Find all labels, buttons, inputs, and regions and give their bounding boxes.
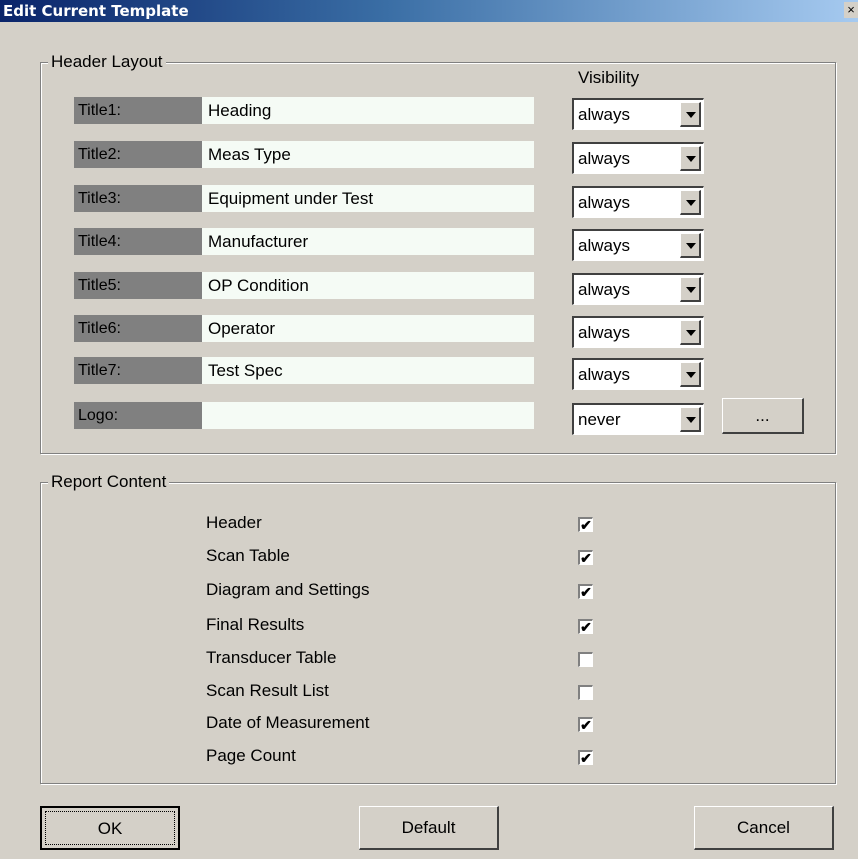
- report-item-checkbox[interactable]: ✔: [578, 750, 593, 765]
- visibility-value: always: [578, 105, 630, 124]
- visibility-select[interactable]: always: [572, 98, 704, 130]
- chevron-down-icon[interactable]: [680, 362, 701, 387]
- header-layout-legend: Header Layout: [48, 52, 166, 72]
- title-bar: Edit Current Template ×: [0, 0, 858, 22]
- title-label: Title6:: [74, 315, 202, 342]
- report-item-checkbox[interactable]: ✔: [578, 517, 593, 532]
- chevron-down-icon[interactable]: [680, 277, 701, 302]
- visibility-select[interactable]: always: [572, 186, 704, 218]
- title-label: Title4:: [74, 228, 202, 255]
- title-field[interactable]: Test Spec: [202, 357, 534, 384]
- visibility-value: always: [578, 236, 630, 255]
- visibility-value: always: [578, 323, 630, 342]
- ok-label: OK: [97, 819, 123, 838]
- window-title: Edit Current Template: [3, 2, 189, 20]
- report-item-label: Scan Result List: [206, 681, 329, 700]
- report-item-checkbox[interactable]: ✔: [578, 619, 593, 634]
- report-item-label: Scan Table: [206, 546, 290, 565]
- report-item-label: Diagram and Settings: [206, 580, 370, 599]
- ok-button[interactable]: OK: [40, 806, 180, 850]
- visibility-value: never: [578, 410, 621, 429]
- close-icon[interactable]: ×: [844, 2, 858, 18]
- chevron-down-icon[interactable]: [680, 233, 701, 258]
- logo-browse-button[interactable]: ...: [722, 398, 804, 434]
- report-item-checkbox[interactable]: [578, 652, 593, 667]
- report-content-legend: Report Content: [48, 472, 170, 492]
- title-field[interactable]: Heading: [202, 97, 534, 124]
- visibility-value: always: [578, 365, 630, 384]
- browse-label: ...: [755, 406, 770, 425]
- report-item-label: Date of Measurement: [206, 713, 370, 732]
- visibility-value: always: [578, 193, 630, 212]
- report-item-checkbox[interactable]: ✔: [578, 550, 593, 565]
- title-label: Title2:: [74, 141, 202, 168]
- title-label: Logo:: [74, 402, 202, 429]
- visibility-select[interactable]: always: [572, 229, 704, 261]
- visibility-select[interactable]: always: [572, 273, 704, 305]
- chevron-down-icon[interactable]: [680, 146, 701, 171]
- chevron-down-icon[interactable]: [680, 407, 701, 432]
- cancel-label: Cancel: [737, 818, 790, 837]
- title-label: Title7:: [74, 357, 202, 384]
- title-field[interactable]: Operator: [202, 315, 534, 342]
- title-field[interactable]: OP Condition: [202, 272, 534, 299]
- chevron-down-icon[interactable]: [680, 102, 701, 127]
- title-field[interactable]: Equipment under Test: [202, 185, 534, 212]
- report-content-group: [40, 482, 836, 784]
- visibility-select[interactable]: always: [572, 142, 704, 174]
- report-item-label: Final Results: [206, 615, 305, 634]
- report-item-label: Page Count: [206, 746, 296, 765]
- title-field[interactable]: Manufacturer: [202, 228, 534, 255]
- visibility-label: Visibility: [578, 68, 640, 87]
- title-label: Title1:: [74, 97, 202, 124]
- default-button[interactable]: Default: [359, 806, 499, 850]
- report-item-label: Transducer Table: [206, 648, 337, 667]
- chevron-down-icon[interactable]: [680, 320, 701, 345]
- title-field[interactable]: Meas Type: [202, 141, 534, 168]
- report-item-checkbox[interactable]: ✔: [578, 717, 593, 732]
- report-item-checkbox[interactable]: [578, 685, 593, 700]
- cancel-button[interactable]: Cancel: [694, 806, 834, 850]
- title-label: Title3:: [74, 185, 202, 212]
- visibility-value: always: [578, 280, 630, 299]
- chevron-down-icon[interactable]: [680, 190, 701, 215]
- title-field[interactable]: [202, 402, 534, 429]
- default-label: Default: [401, 818, 456, 837]
- visibility-select[interactable]: always: [572, 316, 704, 348]
- report-item-checkbox[interactable]: ✔: [578, 584, 593, 599]
- visibility-select[interactable]: never: [572, 403, 704, 435]
- title-label: Title5:: [74, 272, 202, 299]
- report-item-label: Header: [206, 513, 262, 532]
- visibility-value: always: [578, 149, 630, 168]
- visibility-select[interactable]: always: [572, 358, 704, 390]
